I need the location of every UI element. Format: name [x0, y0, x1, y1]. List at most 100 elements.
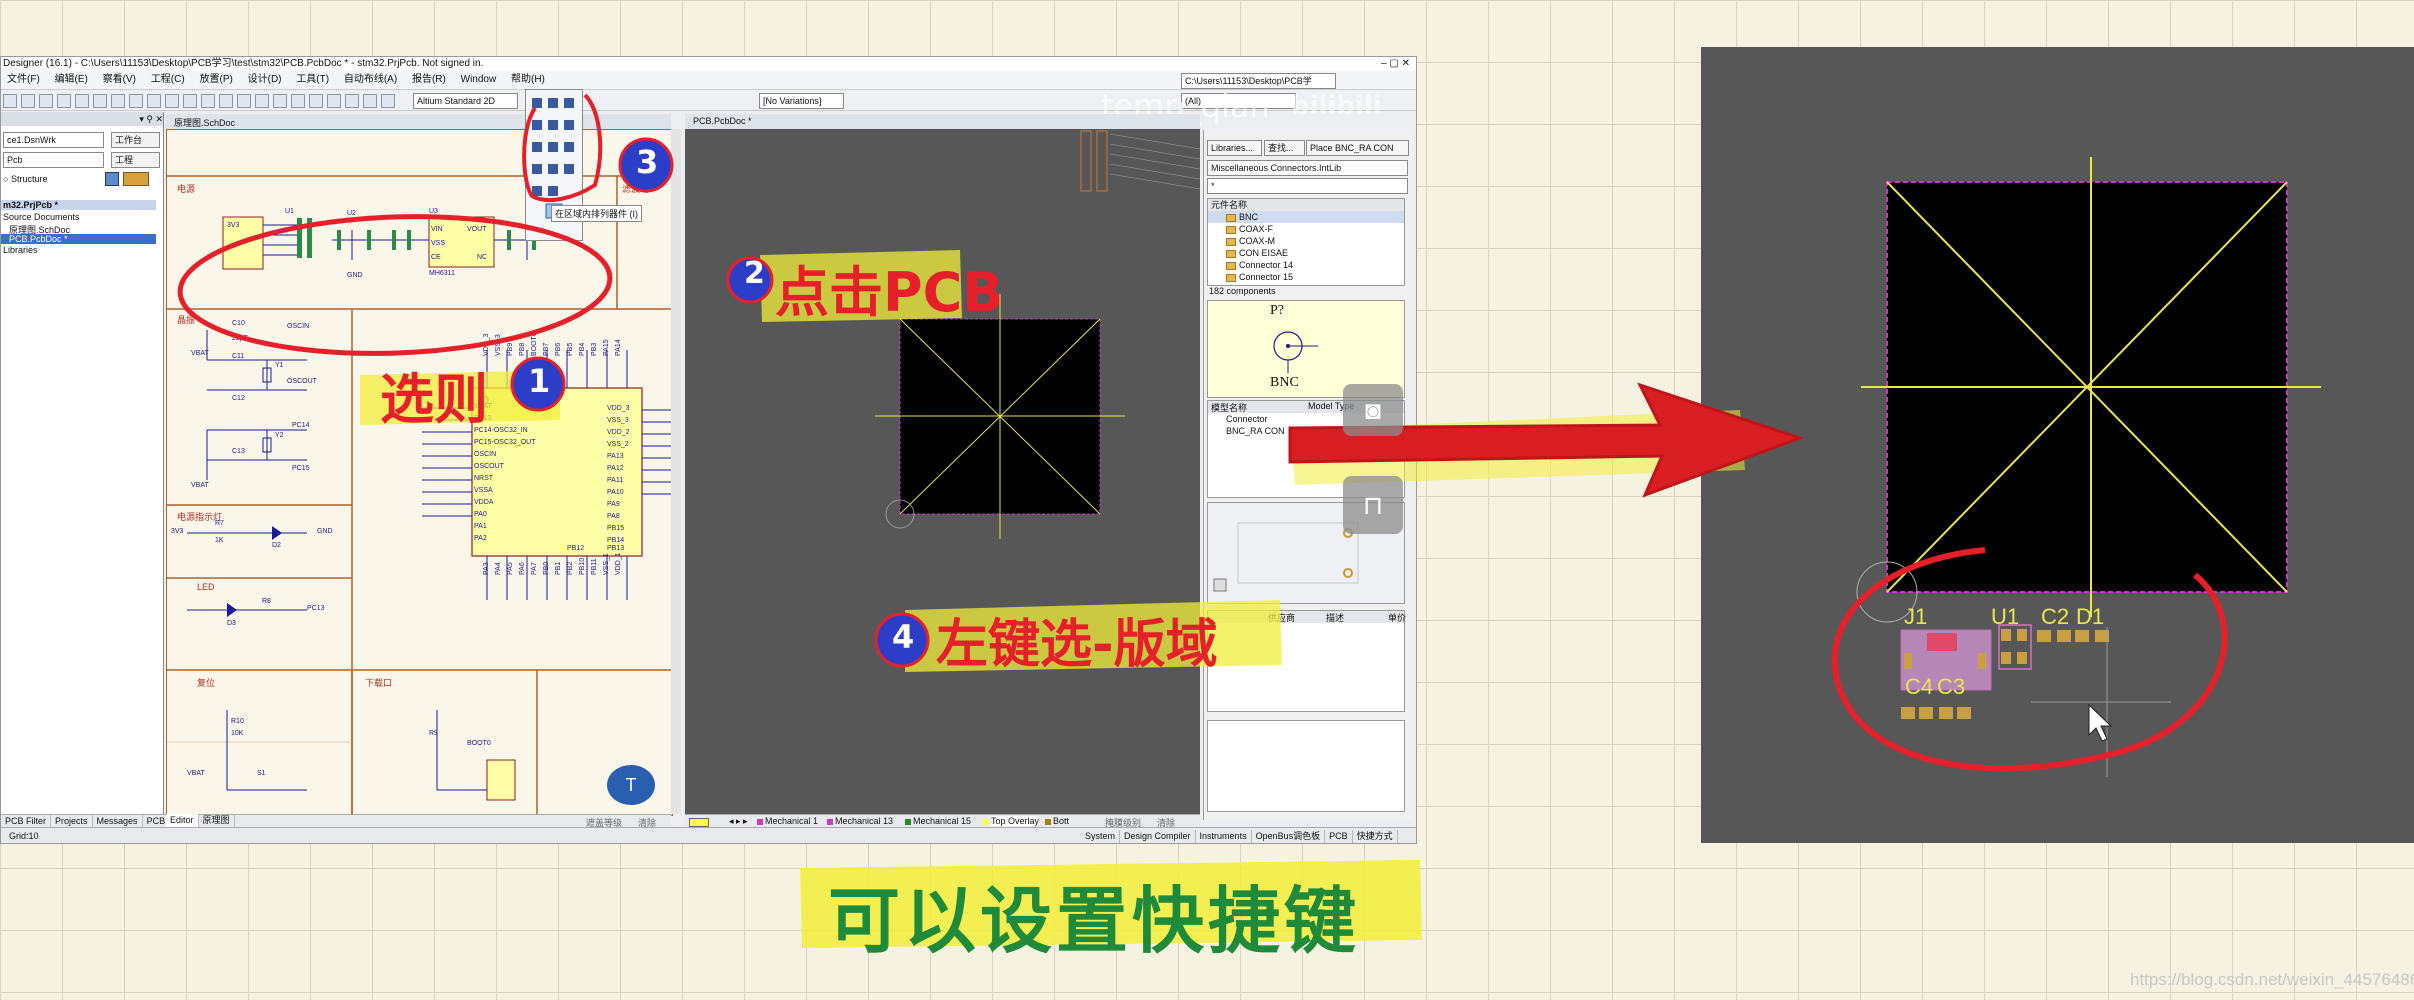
- project-folder-icon[interactable]: [123, 172, 149, 186]
- structure-label: Structure: [10, 174, 48, 184]
- layer-nav-icon[interactable]: ◂ ▸ ▸: [729, 816, 748, 827]
- part-icon[interactable]: [345, 94, 359, 108]
- port-icon[interactable]: [327, 94, 341, 108]
- menu-help[interactable]: 帮助(H): [505, 71, 551, 89]
- mcu-pin: PB2: [567, 561, 574, 575]
- pcb-editor-canvas[interactable]: [685, 129, 1200, 814]
- tab-design-compiler[interactable]: Design Compiler: [1120, 830, 1196, 843]
- open-icon[interactable]: [21, 94, 35, 108]
- menu-view[interactable]: 察看(V): [97, 71, 142, 89]
- menu-edit[interactable]: 编辑(E): [49, 71, 94, 89]
- power-icon[interactable]: [291, 94, 305, 108]
- sch-scrollbar[interactable]: [671, 129, 681, 814]
- zoom-fit-icon[interactable]: [93, 94, 107, 108]
- project-options-icon[interactable]: [105, 172, 119, 186]
- text-icon[interactable]: [381, 94, 395, 108]
- redo-icon[interactable]: [219, 94, 233, 108]
- undo-icon[interactable]: [201, 94, 215, 108]
- mcu-pin: PA12: [607, 465, 624, 472]
- component-item[interactable]: COAX-M: [1208, 235, 1404, 247]
- tab-pcb-system[interactable]: PCB: [1325, 830, 1353, 843]
- structure-radio[interactable]: ○ Structure: [3, 174, 47, 184]
- comp-label: 1K: [215, 537, 224, 544]
- schematic-sheet: 电源 晶振 电源指示灯 LED 复位 下载口 滤波电 3V3 U1 U2 U3 …: [166, 129, 673, 816]
- comp-label: D3: [227, 620, 236, 627]
- search-button[interactable]: 查找...: [1264, 140, 1305, 156]
- library-combo[interactable]: Miscellaneous Connectors.IntLib: [1207, 160, 1408, 176]
- tab-instruments[interactable]: Instruments: [1196, 830, 1252, 843]
- save-icon[interactable]: [39, 94, 53, 108]
- select-icon[interactable]: [165, 94, 179, 108]
- panel-pin-icon[interactable]: ▾ ⚲ ✕: [1, 112, 163, 126]
- net-icon[interactable]: [273, 94, 287, 108]
- layer-name: Bott: [1053, 816, 1070, 826]
- project-combo[interactable]: Pcb: [3, 152, 104, 168]
- layer-tab[interactable]: Mechanical 13: [827, 816, 893, 826]
- wire-icon[interactable]: [237, 94, 251, 108]
- component-item[interactable]: BNC: [1208, 211, 1404, 223]
- tab-pcb[interactable]: PCB.PcbDoc *: [693, 116, 752, 126]
- tab-system[interactable]: System: [1081, 830, 1121, 843]
- menu-project[interactable]: 工程(C): [145, 71, 191, 89]
- component-item[interactable]: COAX-F: [1208, 223, 1404, 235]
- print-icon[interactable]: [57, 94, 71, 108]
- projects-panel: ▾ ⚲ ✕ ce1.DsnWrk 工作台 Pcb 工程 ○ Structure …: [1, 112, 164, 822]
- layer-tab[interactable]: Mechanical 15: [905, 816, 971, 826]
- tab-schematic[interactable]: 原理图.SchDoc: [174, 116, 235, 129]
- place-component-button[interactable]: Place BNC_RA CON: [1306, 140, 1409, 156]
- paste-icon[interactable]: [147, 94, 161, 108]
- mcu-pin: PB10: [579, 557, 586, 575]
- menu-reports[interactable]: 报告(R): [406, 71, 452, 89]
- schematic-tab-strip: 原理图.SchDoc: [166, 114, 671, 130]
- layer-tab[interactable]: Mechanical 1: [757, 816, 818, 826]
- workspace-button[interactable]: 工作台: [111, 132, 160, 148]
- project-button[interactable]: 工程: [111, 152, 160, 168]
- tree-libraries[interactable]: Libraries: [3, 245, 38, 255]
- mcu-pin: PB0: [543, 561, 550, 575]
- layer-color-swatch: [827, 819, 833, 825]
- window-controls[interactable]: – ▢ ✕: [1381, 57, 1410, 71]
- menu-autoroute[interactable]: 自动布线(A): [338, 71, 403, 89]
- component-item[interactable]: Connector 15: [1208, 271, 1404, 283]
- menu-place[interactable]: 放置(P): [193, 71, 238, 89]
- layer-tab[interactable]: Bott: [1045, 816, 1070, 826]
- pcb-board-drawing: [875, 130, 1200, 539]
- copy-icon[interactable]: [129, 94, 143, 108]
- comp-label: C10: [232, 320, 245, 327]
- menu-tools[interactable]: 工具(T): [290, 71, 335, 89]
- component-item[interactable]: CON EISAE: [1208, 247, 1404, 259]
- variations-combo[interactable]: [No Variations]: [759, 93, 844, 109]
- tab-shortcuts[interactable]: 快捷方式: [1353, 830, 1398, 843]
- zoom-icon[interactable]: [75, 94, 89, 108]
- libraries-button[interactable]: Libraries...: [1207, 140, 1262, 156]
- mcu-pin: VDD_1: [615, 552, 622, 575]
- tab-schematic-bottom[interactable]: 原理图: [199, 814, 235, 827]
- lock-icon[interactable]: ⊓: [1343, 476, 1403, 534]
- menu-design[interactable]: 设计(D): [242, 71, 288, 89]
- workspace-combo[interactable]: ce1.DsnWrk: [3, 132, 104, 148]
- menu-window[interactable]: Window: [455, 71, 503, 89]
- supplier-list: 供应商 描述 单价: [1207, 610, 1406, 712]
- tree-project[interactable]: m32.PrjPcb *: [3, 200, 58, 210]
- component-item[interactable]: Connector 14: [1208, 259, 1404, 271]
- editor-tabs: Editor 原理图: [166, 814, 266, 827]
- bus-icon[interactable]: [255, 94, 269, 108]
- comp-label: 22pF: [232, 335, 248, 342]
- mcu-pin: PB14: [607, 537, 625, 544]
- move-icon[interactable]: [183, 94, 197, 108]
- comp-label: VIN: [431, 226, 443, 233]
- ground-icon[interactable]: [309, 94, 323, 108]
- tree-pcbdoc[interactable]: PCB.PcbDoc *: [9, 234, 68, 244]
- filter-mask-input[interactable]: *: [1207, 178, 1408, 194]
- cut-icon[interactable]: [111, 94, 125, 108]
- camera-icon[interactable]: ◙: [1343, 384, 1403, 436]
- mcu-pin: PA9: [607, 501, 620, 508]
- tab-editor[interactable]: Editor: [166, 814, 199, 827]
- layer-tab[interactable]: Top Overlay: [983, 816, 1040, 826]
- view-mode-combo[interactable]: Altium Standard 2D: [413, 93, 518, 109]
- sheet-icon[interactable]: [363, 94, 377, 108]
- new-icon[interactable]: [3, 94, 17, 108]
- tree-source-docs[interactable]: Source Documents: [3, 212, 80, 222]
- menu-file[interactable]: 文件(F): [1, 71, 46, 89]
- tab-openbus[interactable]: OpenBus调色板: [1252, 830, 1326, 843]
